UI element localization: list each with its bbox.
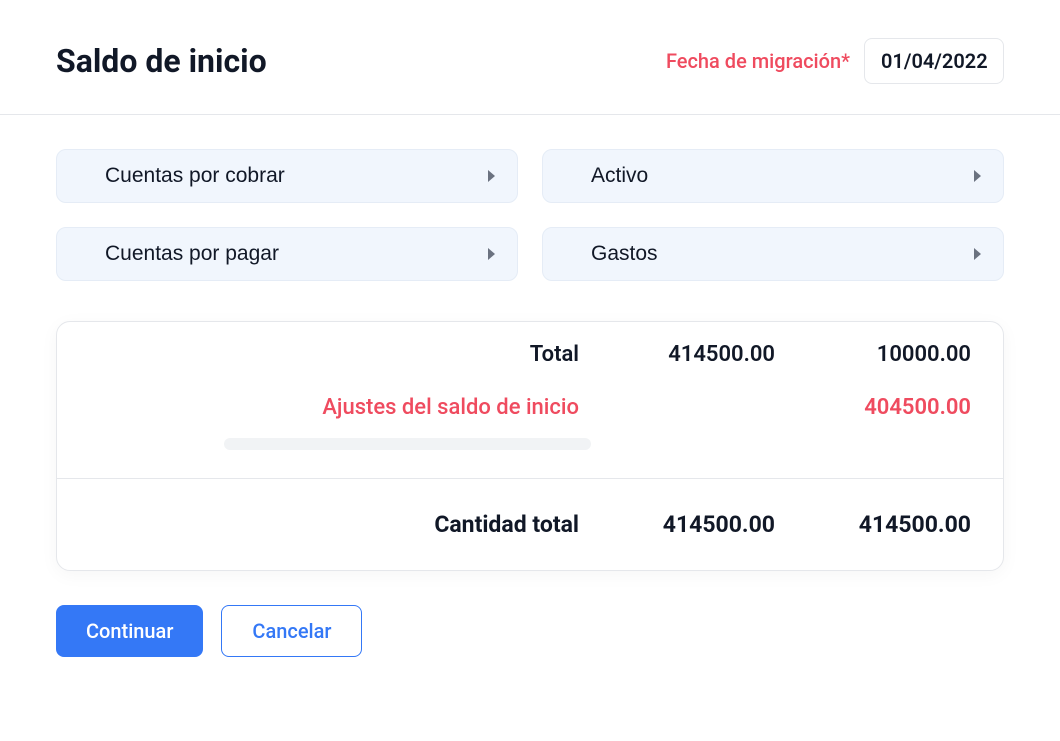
page-title: Saldo de inicio [56, 42, 267, 80]
grand-total-label: Cantidad total [89, 511, 579, 538]
adjustments-left: Ajustes del saldo de inicio [89, 395, 579, 450]
category-cuentas-por-pagar[interactable]: Cuentas por pagar [56, 227, 518, 281]
continue-button[interactable]: Continuar [56, 605, 203, 657]
page-header: Saldo de inicio Fecha de migración* [0, 0, 1060, 115]
category-grid: Cuentas por cobrar Activo Cuentas por pa… [56, 149, 1004, 281]
grand-total-debit-value: 414500.00 [579, 511, 775, 538]
category-activo[interactable]: Activo [542, 149, 1004, 203]
total-label: Total [89, 342, 579, 367]
category-label: Cuentas por pagar [105, 242, 279, 266]
chevron-right-icon [488, 170, 495, 182]
category-label: Gastos [591, 242, 658, 266]
summary-panel: Total 414500.00 10000.00 Ajustes del sal… [56, 321, 1004, 571]
grand-total-credit-value: 414500.00 [775, 511, 971, 538]
migration-date-section: Fecha de migración* [666, 38, 1004, 84]
chevron-right-icon [488, 248, 495, 260]
cancel-button[interactable]: Cancelar [221, 605, 362, 657]
total-row: Total 414500.00 10000.00 [57, 322, 1003, 387]
adjustments-row: Ajustes del saldo de inicio 404500.00 [57, 387, 1003, 478]
migration-date-label: Fecha de migración* [666, 49, 850, 73]
category-gastos[interactable]: Gastos [542, 227, 1004, 281]
total-debit-value: 414500.00 [579, 342, 775, 367]
chevron-right-icon [974, 170, 981, 182]
migration-date-input[interactable] [864, 38, 1004, 84]
chevron-right-icon [974, 248, 981, 260]
main-content: Cuentas por cobrar Activo Cuentas por pa… [0, 115, 1060, 657]
category-label: Activo [591, 164, 648, 188]
action-buttons: Continuar Cancelar [56, 605, 1004, 657]
category-label: Cuentas por cobrar [105, 164, 285, 188]
adjustments-label: Ajustes del saldo de inicio [322, 395, 579, 420]
total-credit-value: 10000.00 [775, 342, 971, 367]
category-cuentas-por-cobrar[interactable]: Cuentas por cobrar [56, 149, 518, 203]
adjustments-bar-icon [224, 438, 592, 450]
adjustments-value: 404500.00 [775, 395, 971, 420]
grand-total-row: Cantidad total 414500.00 414500.00 [57, 479, 1003, 570]
